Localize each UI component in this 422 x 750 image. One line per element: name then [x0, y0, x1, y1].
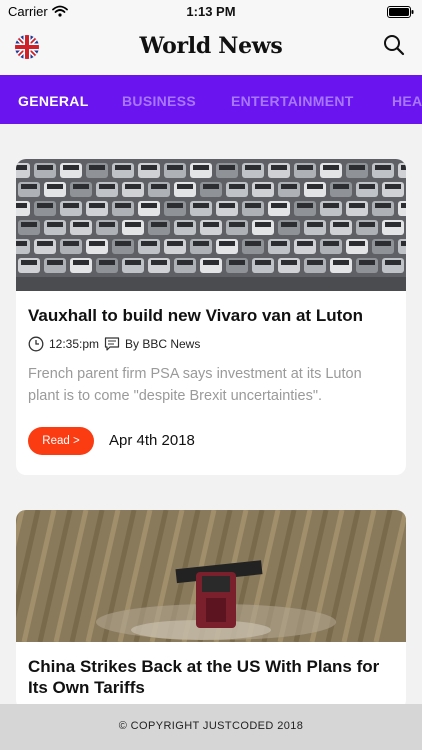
footer: © COPYRIGHT JUSTCODED 2018	[0, 704, 422, 750]
article-source: By BBC News	[125, 337, 201, 351]
tab-health[interactable]: HEALTH	[392, 93, 422, 109]
status-time: 1:13 PM	[186, 4, 236, 19]
article-date: Apr 4th 2018	[109, 432, 195, 449]
app-header: World News	[0, 22, 422, 75]
article-card[interactable]: Vauxhall to build new Vivaro van at Luto…	[16, 159, 406, 475]
article-card[interactable]: China Strikes Back at the US With Plans …	[16, 510, 406, 710]
article-title[interactable]: Vauxhall to build new Vivaro van at Luto…	[28, 305, 394, 326]
article-time: 12:35:pm	[49, 337, 100, 351]
article-description: French parent firm PSA says investment a…	[28, 366, 362, 404]
read-button[interactable]: Read >	[28, 427, 94, 455]
article-image-combine-harvester	[16, 510, 406, 642]
copyright-text: © COPYRIGHT JUSTCODED 2018	[118, 720, 304, 732]
search-icon[interactable]	[383, 34, 405, 61]
tab-business[interactable]: BUSINESS	[122, 93, 196, 109]
category-tabs: GENERAL BUSINESS ENTERTAINMENT HEALTH	[0, 75, 422, 124]
tab-general[interactable]: GENERAL	[18, 93, 89, 109]
article-title[interactable]: China Strikes Back at the US With Plans …	[28, 656, 394, 698]
clock-icon	[28, 336, 44, 355]
status-bar: Carrier 1:13 PM	[0, 0, 422, 22]
tab-entertainment[interactable]: ENTERTAINMENT	[231, 93, 354, 109]
article-image-parked-vans	[16, 159, 406, 291]
app-title: World News	[139, 33, 283, 59]
comment-icon	[104, 336, 120, 355]
battery-icon	[387, 5, 414, 23]
